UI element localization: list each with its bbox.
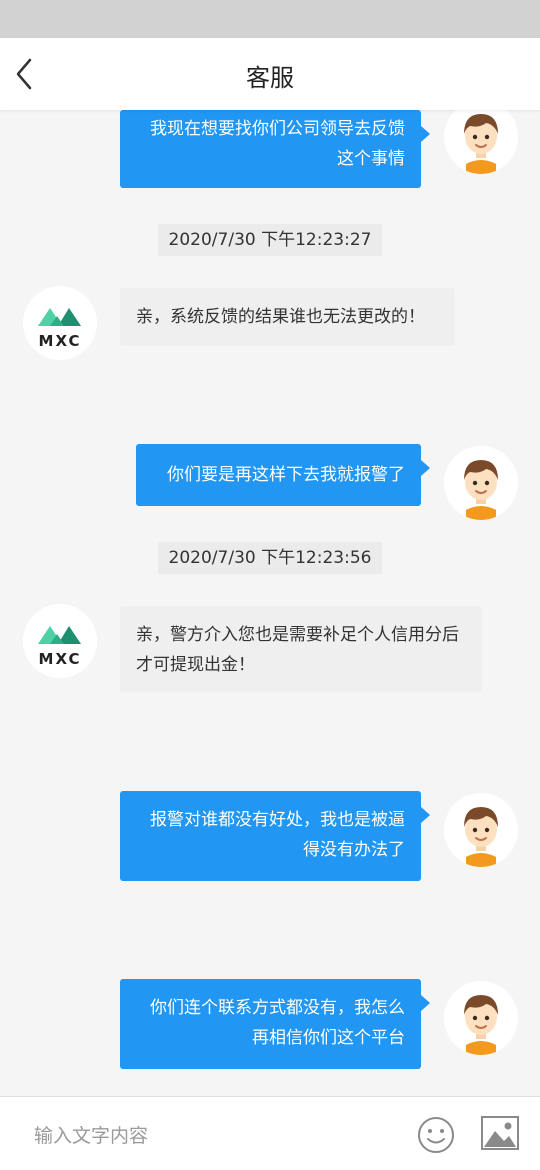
message-input[interactable]: 输入文字内容	[34, 1121, 148, 1148]
message-text: 你们连个联系方式都没有，我怎么再相信你们这个平台	[150, 998, 405, 1048]
boy-avatar-icon	[444, 446, 518, 520]
message-text: 你们要是再这样下去我就报警了	[167, 465, 405, 485]
boy-avatar-icon	[444, 793, 518, 867]
boy-avatar-icon	[444, 110, 518, 174]
user-message-bubble: 你们要是再这样下去我就报警了	[136, 444, 430, 506]
status-bar	[0, 0, 540, 38]
message-text: 亲，系统反馈的结果谁也无法更改的！	[136, 307, 425, 327]
header: 客服	[0, 38, 540, 110]
user-avatar[interactable]	[444, 981, 518, 1055]
page-title: 客服	[246, 64, 294, 92]
user-avatar[interactable]	[444, 793, 518, 867]
boy-avatar-icon	[444, 981, 518, 1055]
agent-message-bubble: 亲，系统反馈的结果谁也无法更改的！	[120, 288, 455, 346]
user-message-bubble: 我现在想要找你们公司领导去反馈这个事情	[120, 110, 430, 188]
agent-message-bubble: 亲，警方介入您也是需要补足个人信用分后才可提现出金！	[120, 606, 482, 692]
user-avatar[interactable]	[444, 446, 518, 520]
user-message-bubble: 报警对谁都没有好处，我也是被逼得没有办法了	[120, 791, 430, 881]
message-text: 亲，警方介入您也是需要补足个人信用分后才可提现出金！	[136, 625, 459, 675]
image-icon	[481, 1116, 519, 1150]
user-message-bubble: 你们连个联系方式都没有，我怎么再相信你们这个平台	[120, 979, 430, 1069]
input-bar: 输入文字内容	[0, 1096, 540, 1170]
smiley-icon	[418, 1117, 454, 1153]
message-text: 我现在想要找你们公司领导去反馈这个事情	[150, 119, 405, 169]
user-avatar[interactable]	[444, 110, 518, 174]
mxc-logo-text: MXC	[38, 332, 82, 350]
image-button[interactable]	[480, 1115, 520, 1151]
timestamp: 2020/7/30 下午12:23:56	[158, 542, 382, 574]
emoji-button[interactable]	[416, 1115, 456, 1155]
timestamp: 2020/7/30 下午12:23:27	[158, 224, 382, 256]
chat-area[interactable]: 我现在想要找你们公司领导去反馈这个事情 2020/7/30 下午12:23:27…	[0, 110, 540, 1096]
message-text: 报警对谁都没有好处，我也是被逼得没有办法了	[150, 810, 405, 860]
mxc-logo-text: MXC	[38, 650, 82, 668]
